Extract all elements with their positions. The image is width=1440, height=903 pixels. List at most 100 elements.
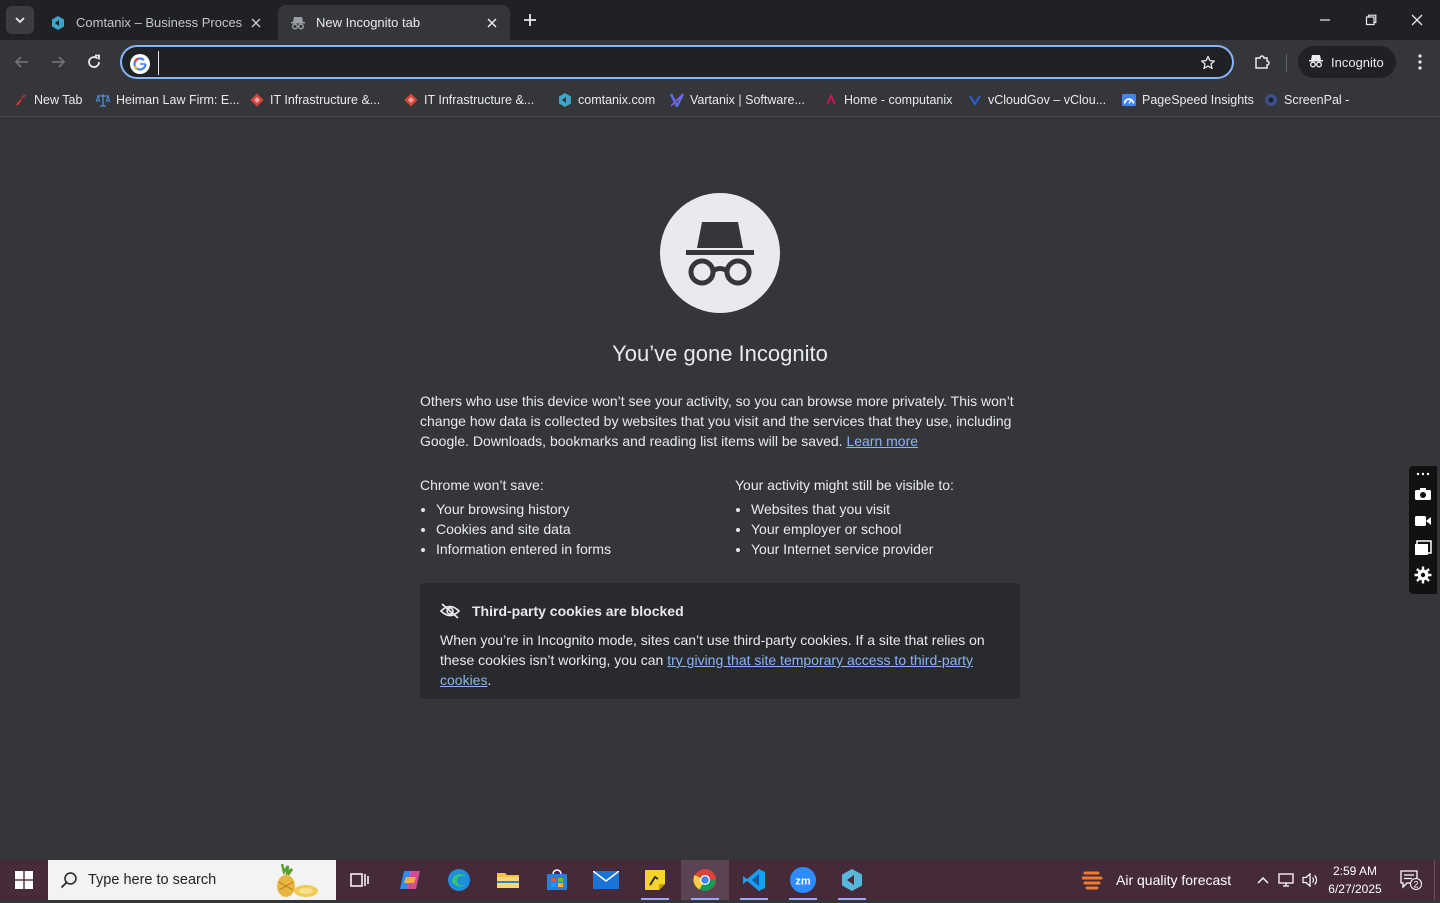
address-input[interactable] [158, 51, 1185, 75]
vscode-taskbar-button[interactable] [730, 860, 778, 900]
tab-new-incognito[interactable]: New Incognito tab [278, 5, 510, 40]
back-button[interactable] [8, 48, 36, 76]
taskbar-search-box[interactable] [48, 860, 336, 900]
volume-tray-button[interactable] [1299, 860, 1321, 900]
search-icon [60, 872, 77, 889]
bookmark-label: comtanix.com [578, 93, 656, 107]
copilot-taskbar-button[interactable] [386, 860, 434, 900]
list-item: Websites that you visit [751, 499, 1035, 519]
forward-button[interactable] [44, 48, 72, 76]
eye-off-icon [440, 601, 460, 621]
bookmark-new-tab[interactable]: New Tab [14, 91, 82, 109]
settings-gear-icon[interactable] [1413, 565, 1433, 585]
close-tab-icon[interactable] [484, 15, 500, 31]
tab-comtanix[interactable]: Comtanix – Business Process Ou [38, 5, 274, 40]
start-button[interactable] [0, 860, 48, 900]
wont-save-section: Chrome won’t save: Your browsing history… [420, 475, 720, 559]
scales-icon [96, 93, 110, 107]
show-desktop-button[interactable] [1434, 860, 1440, 900]
comtanix-app-taskbar-button[interactable] [828, 860, 876, 900]
tab-title: New Incognito tab [316, 15, 421, 30]
chevron-down-icon [15, 17, 25, 24]
bookmark-comtanix[interactable]: comtanix.com [558, 91, 655, 109]
visible-to-section: Your activity might still be visible to:… [735, 475, 1035, 559]
comtanix-favicon-icon [50, 15, 66, 31]
notification-count: 2 [1413, 880, 1418, 890]
task-view-button[interactable] [336, 860, 384, 900]
screenpal-icon [1264, 93, 1278, 107]
bookmark-label: Vartanix | Software... [690, 93, 805, 107]
close-tab-icon[interactable] [248, 15, 264, 31]
extensions-button[interactable] [1248, 48, 1276, 76]
vcloud-icon [968, 93, 982, 107]
arrow-right-icon [52, 56, 66, 68]
clock-date: 6/27/2025 [1328, 882, 1382, 896]
bookmark-label: Home - computanix [844, 93, 953, 107]
bookmark-label: PageSpeed Insights [1142, 93, 1254, 107]
puzzle-piece-icon [1255, 55, 1270, 69]
comtanix-app-icon [842, 869, 862, 891]
intro-text: Others who use this device won’t see you… [420, 393, 1014, 449]
microsoft-store-taskbar-button[interactable] [533, 860, 581, 900]
system-clock[interactable]: 2:59 AM 6/27/2025 [1322, 862, 1388, 898]
edge-taskbar-button[interactable] [435, 860, 483, 900]
list-item: Your employer or school [751, 519, 1035, 539]
incognito-page: You’ve gone Incognito Others who use thi… [0, 117, 1440, 860]
weather-widget[interactable]: Air quality forecast [1082, 860, 1242, 900]
task-view-icon [350, 873, 369, 887]
chrome-taskbar-button[interactable] [681, 860, 729, 900]
close-window-button[interactable] [1394, 0, 1440, 40]
google-g-icon [130, 54, 150, 74]
bookmark-heiman-law[interactable]: Heiman Law Firm: E... [96, 91, 240, 109]
bookmark-label: vCloudGov – vClou... [988, 93, 1107, 107]
close-icon [1411, 14, 1423, 26]
network-tray-button[interactable] [1276, 860, 1298, 900]
bookmark-label: IT Infrastructure &... [270, 93, 381, 107]
list-item: Your Internet service provider [751, 539, 1035, 559]
bookmark-screenpal[interactable]: ScreenPal - [1264, 91, 1349, 109]
video-camera-icon[interactable] [1413, 511, 1433, 531]
tab-strip: Comtanix – Business Process Ou New Incog… [0, 0, 1440, 40]
tab-search-button[interactable] [6, 6, 34, 34]
learn-more-link[interactable]: Learn more [846, 433, 918, 449]
mail-taskbar-button[interactable] [582, 860, 630, 900]
feather-icon [14, 93, 28, 107]
bookmark-vcloudgov[interactable]: vCloudGov – vClou... [968, 91, 1106, 109]
show-hidden-icons-button[interactable] [1252, 860, 1274, 900]
drag-handle-icon[interactable] [1413, 468, 1433, 480]
bookmark-pagespeed[interactable]: PageSpeed Insights [1122, 91, 1254, 109]
arrow-left-icon [14, 56, 28, 68]
bookmark-star-icon[interactable] [1198, 53, 1218, 73]
zoom-taskbar-button[interactable]: zm [779, 860, 827, 900]
file-explorer-taskbar-button[interactable] [484, 860, 532, 900]
reload-button[interactable] [80, 48, 108, 76]
incognito-profile-chip[interactable]: Incognito [1298, 46, 1396, 78]
minimize-button[interactable] [1302, 0, 1348, 40]
reload-icon [88, 54, 100, 68]
pagespeed-icon [1122, 93, 1136, 107]
new-tab-button[interactable] [516, 6, 544, 34]
incognito-label: Incognito [1331, 54, 1384, 70]
sticky-notes-taskbar-button[interactable] [631, 860, 679, 900]
restore-icon [1365, 14, 1377, 26]
vscode-icon [743, 869, 765, 891]
bookmark-it-infrastructure-2[interactable]: IT Infrastructure &... [404, 91, 534, 109]
kebab-menu-icon [1418, 54, 1422, 70]
notifications-button[interactable]: 2 [1396, 860, 1426, 900]
bookmark-computanix[interactable]: Home - computanix [824, 91, 952, 109]
bookmark-label: Heiman Law Firm: E... [116, 93, 240, 107]
bookmark-it-infrastructure-1[interactable]: IT Infrastructure &... [250, 91, 380, 109]
taskbar-search-input[interactable] [86, 871, 270, 889]
bookmark-vartanix[interactable]: Vartanix | Software... [670, 91, 805, 109]
gallery-icon[interactable] [1413, 538, 1433, 558]
speaker-icon [1302, 872, 1318, 888]
incognito-icon [1308, 54, 1324, 71]
address-bar[interactable] [120, 45, 1234, 79]
chrome-menu-button[interactable] [1406, 48, 1434, 76]
svg-text:zm: zm [795, 876, 811, 888]
visible-to-heading: Your activity might still be visible to: [735, 477, 954, 493]
notification-icon: 2 [1400, 870, 1422, 890]
cookie-card-header: Third-party cookies are blocked [440, 601, 1000, 621]
camera-icon[interactable] [1413, 484, 1433, 504]
restore-button[interactable] [1348, 0, 1394, 40]
